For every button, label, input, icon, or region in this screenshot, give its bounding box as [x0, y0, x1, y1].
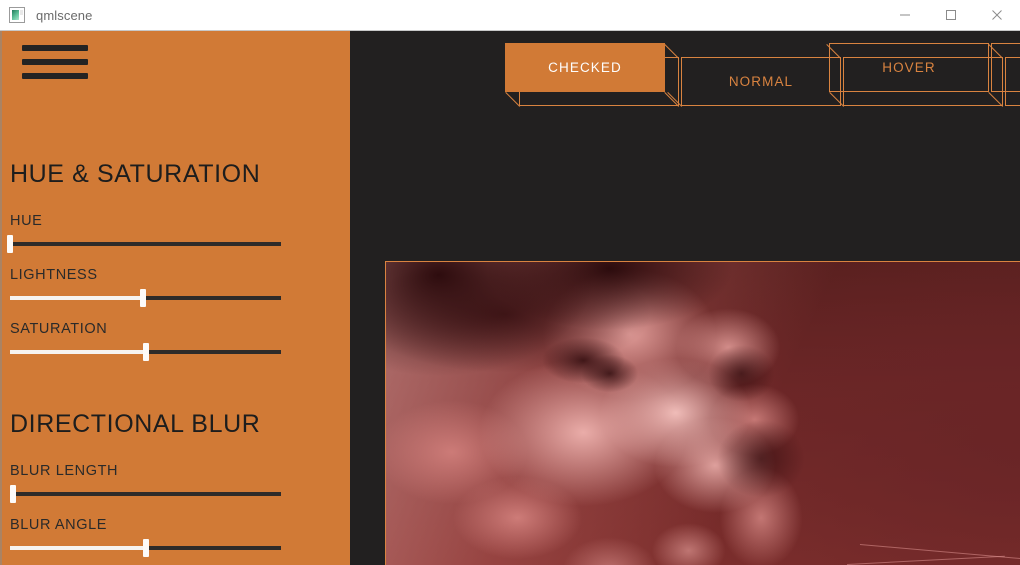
hamburger-icon-bar-1 [22, 45, 88, 51]
section-title: HUE & SATURATION [10, 160, 261, 188]
tab-edge-diagonal-bottom [667, 92, 683, 107]
preview-content-area: CHECKED NORMAL HOVER [350, 31, 1020, 565]
slider-fill [10, 296, 143, 300]
tab-checked[interactable]: CHECKED [505, 31, 680, 111]
tab-edge-diagonal-bottom [505, 92, 521, 107]
tab-label-overflow [991, 43, 1020, 92]
tab-label-hover: HOVER [829, 43, 989, 92]
slider-label: BLUR LENGTH [10, 463, 119, 479]
wire-line-2 [846, 555, 1005, 565]
close-button[interactable] [974, 0, 1020, 30]
slider-handle[interactable] [143, 539, 149, 557]
minimize-button[interactable] [882, 0, 928, 30]
tab-label-normal: NORMAL [681, 57, 841, 106]
tab-overflow[interactable] [991, 31, 1020, 111]
slider-blur-angle[interactable] [10, 539, 281, 557]
slider-blur-length[interactable] [10, 485, 281, 503]
slider-row-lightness: LIGHTNESS [0, 267, 350, 307]
tab-hover[interactable]: HOVER [829, 31, 1004, 111]
slider-handle[interactable] [7, 235, 13, 253]
slider-label: BLUR ANGLE [10, 517, 108, 533]
hamburger-icon-bar-3 [22, 73, 88, 79]
slider-label: HUE [10, 213, 43, 229]
maximize-button[interactable] [928, 0, 974, 30]
tab-normal[interactable]: NORMAL [667, 31, 842, 111]
slider-handle[interactable] [143, 343, 149, 361]
qmlscene-window: qmlscene HUE & SATURATION HUE LIGHTNESS … [0, 0, 1020, 565]
hamburger-menu-button[interactable] [22, 45, 88, 81]
slider-track [10, 492, 281, 496]
slider-fill [10, 350, 146, 354]
minimize-icon [900, 14, 910, 16]
tab-label-checked: CHECKED [505, 43, 665, 92]
slider-lightness[interactable] [10, 289, 281, 307]
controls-sidebar: HUE & SATURATION HUE LIGHTNESS SATURATIO… [0, 31, 350, 565]
slider-row-saturation: SATURATION [0, 321, 350, 361]
tab-button-bar: CHECKED NORMAL HOVER [350, 31, 1020, 141]
window-title: qmlscene [36, 7, 93, 23]
slider-fill [10, 546, 146, 550]
section-directional-blur: DIRECTIONAL BLUR BLUR LENGTH BLUR ANGLE [0, 410, 350, 557]
slider-label: LIGHTNESS [10, 267, 98, 283]
hamburger-icon-bar-2 [22, 59, 88, 65]
slider-row-blur-angle: BLUR ANGLE [0, 517, 350, 557]
window-titlebar: qmlscene [0, 0, 1020, 31]
slider-hue[interactable] [7, 235, 281, 253]
slider-saturation[interactable] [10, 343, 281, 361]
close-icon [992, 10, 1002, 20]
slider-label: SATURATION [10, 321, 108, 337]
slider-handle[interactable] [10, 485, 16, 503]
qml-app-icon [9, 7, 25, 23]
slider-track [10, 242, 281, 246]
tab-edge-diagonal-bottom [829, 92, 845, 107]
section-title: DIRECTIONAL BLUR [10, 410, 261, 438]
filtered-image-preview[interactable] [385, 261, 1020, 565]
slider-row-hue: HUE [0, 213, 350, 253]
smoke-photograph [386, 262, 1020, 565]
section-hue-saturation: HUE & SATURATION HUE LIGHTNESS SATURATIO… [0, 160, 350, 361]
maximize-icon [946, 10, 956, 20]
slider-row-blur-length: BLUR LENGTH [0, 463, 350, 503]
slider-handle[interactable] [140, 289, 146, 307]
